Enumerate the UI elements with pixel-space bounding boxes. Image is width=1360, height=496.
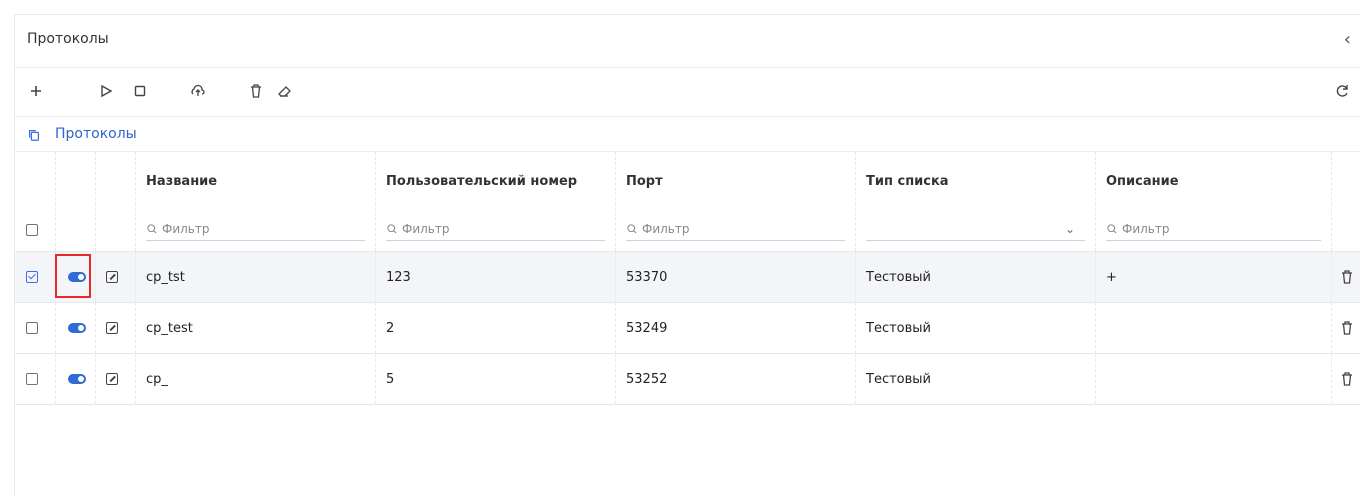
select-all-checkbox[interactable] bbox=[26, 224, 38, 236]
column-description-label: Описание bbox=[1106, 174, 1179, 189]
column-list-type-label: Тип списка bbox=[866, 174, 949, 189]
column-description: Описание Фильтр bbox=[1095, 152, 1331, 251]
trash-icon[interactable] bbox=[1339, 371, 1355, 387]
row-checkbox[interactable] bbox=[26, 373, 38, 385]
row-name: cp_test bbox=[146, 320, 193, 336]
port-filter-placeholder: Фильтр bbox=[642, 222, 690, 236]
trash-icon[interactable] bbox=[1339, 269, 1355, 285]
user-number-filter-input[interactable]: Фильтр bbox=[386, 218, 605, 241]
column-port-label: Порт bbox=[626, 174, 663, 189]
table-row[interactable]: cp_test 2 53249 Тестовый bbox=[15, 303, 1360, 354]
cell-list-type: Тестовый bbox=[855, 252, 1095, 302]
row-edit-cell bbox=[95, 252, 135, 302]
row-edit-cell bbox=[95, 303, 135, 353]
row-select-cell bbox=[15, 303, 55, 353]
protocols-panel: Протоколы ‹ Протоколы Название Фильтр По… bbox=[14, 14, 1360, 496]
cell-list-type: Тестовый bbox=[855, 303, 1095, 353]
column-user-number: Пользовательский номер Фильтр bbox=[375, 152, 615, 251]
toolbar bbox=[15, 68, 1360, 117]
column-name-label: Название bbox=[146, 174, 218, 189]
panel-header: Протоколы ‹ bbox=[15, 15, 1360, 68]
edit-icon[interactable] bbox=[106, 271, 118, 283]
row-list-type: Тестовый bbox=[866, 320, 931, 336]
edit-icon[interactable] bbox=[106, 373, 118, 385]
cell-description: + bbox=[1095, 252, 1331, 302]
row-description: + bbox=[1106, 269, 1117, 285]
header-toggle-col bbox=[55, 152, 95, 251]
table-row[interactable]: cp_ 5 53252 Тестовый bbox=[15, 354, 1360, 405]
row-user-number: 123 bbox=[386, 269, 411, 285]
description-filter-input[interactable]: Фильтр bbox=[1106, 218, 1321, 241]
row-actions-cell bbox=[1331, 303, 1360, 353]
stop-icon[interactable] bbox=[125, 76, 155, 106]
header-edit-col bbox=[95, 152, 135, 251]
name-filter-input[interactable]: Фильтр bbox=[146, 218, 365, 241]
row-actions-cell bbox=[1331, 354, 1360, 404]
select-all-cell bbox=[15, 152, 55, 251]
breadcrumb-label[interactable]: Протоколы bbox=[55, 126, 137, 142]
breadcrumb: Протоколы bbox=[15, 117, 1360, 152]
cell-user-number: 2 bbox=[375, 303, 615, 353]
name-filter-placeholder: Фильтр bbox=[162, 222, 210, 236]
edit-icon[interactable] bbox=[106, 322, 118, 334]
toggle-switch-icon[interactable] bbox=[68, 374, 86, 384]
eraser-icon[interactable] bbox=[269, 76, 299, 106]
collapse-chevron-icon[interactable]: ‹ bbox=[1344, 29, 1351, 50]
cell-description bbox=[1095, 303, 1331, 353]
row-select-cell bbox=[15, 252, 55, 302]
column-list-type: Тип списка ⌄ bbox=[855, 152, 1095, 251]
chevron-down-icon: ⌄ bbox=[1064, 222, 1075, 236]
cell-description bbox=[1095, 354, 1331, 404]
user-number-filter-placeholder: Фильтр bbox=[402, 222, 450, 236]
row-toggle-cell bbox=[55, 303, 95, 353]
cell-list-type: Тестовый bbox=[855, 354, 1095, 404]
table-header: Название Фильтр Пользовательский номер Ф… bbox=[15, 152, 1360, 252]
column-name: Название Фильтр bbox=[135, 152, 375, 251]
row-port: 53370 bbox=[626, 269, 668, 285]
cell-port: 53252 bbox=[615, 354, 855, 404]
column-port: Порт Фильтр bbox=[615, 152, 855, 251]
row-select-cell bbox=[15, 354, 55, 404]
description-filter-placeholder: Фильтр bbox=[1122, 222, 1170, 236]
cell-port: 53370 bbox=[615, 252, 855, 302]
toggle-highlight-box bbox=[55, 254, 91, 298]
table-row[interactable]: cp_tst 123 53370 Тестовый + bbox=[15, 252, 1360, 303]
row-port: 53252 bbox=[626, 371, 668, 387]
port-filter-input[interactable]: Фильтр bbox=[626, 218, 845, 241]
trash-icon[interactable] bbox=[241, 76, 271, 106]
search-icon bbox=[1107, 224, 1117, 234]
row-edit-cell bbox=[95, 354, 135, 404]
row-toggle-cell bbox=[55, 354, 95, 404]
row-list-type: Тестовый bbox=[866, 269, 931, 285]
cell-user-number: 123 bbox=[375, 252, 615, 302]
row-checkbox[interactable] bbox=[26, 322, 38, 334]
search-icon bbox=[387, 224, 397, 234]
upload-icon[interactable] bbox=[183, 76, 213, 106]
cell-user-number: 5 bbox=[375, 354, 615, 404]
list-type-select[interactable]: ⌄ bbox=[866, 218, 1085, 241]
cell-port: 53249 bbox=[615, 303, 855, 353]
refresh-icon[interactable] bbox=[1327, 76, 1357, 106]
row-checkbox[interactable] bbox=[26, 271, 38, 283]
search-icon bbox=[147, 224, 157, 234]
toggle-switch-icon[interactable] bbox=[68, 323, 86, 333]
header-actions-col bbox=[1331, 152, 1360, 251]
row-user-number: 5 bbox=[386, 371, 395, 387]
cell-name: cp_tst bbox=[135, 252, 375, 302]
play-icon[interactable] bbox=[91, 76, 121, 106]
copy-icon bbox=[27, 127, 41, 146]
row-list-type: Тестовый bbox=[866, 371, 931, 387]
row-actions-cell bbox=[1331, 252, 1360, 302]
cell-name: cp_test bbox=[135, 303, 375, 353]
cell-name: cp_ bbox=[135, 354, 375, 404]
trash-icon[interactable] bbox=[1339, 320, 1355, 336]
panel-title: Протоколы bbox=[27, 31, 109, 47]
row-name: cp_ bbox=[146, 371, 168, 387]
row-user-number: 2 bbox=[386, 320, 395, 336]
add-icon[interactable] bbox=[21, 76, 51, 106]
row-name: cp_tst bbox=[146, 269, 185, 285]
row-port: 53249 bbox=[626, 320, 668, 336]
column-user-number-label: Пользовательский номер bbox=[386, 174, 578, 189]
search-icon bbox=[627, 224, 637, 234]
